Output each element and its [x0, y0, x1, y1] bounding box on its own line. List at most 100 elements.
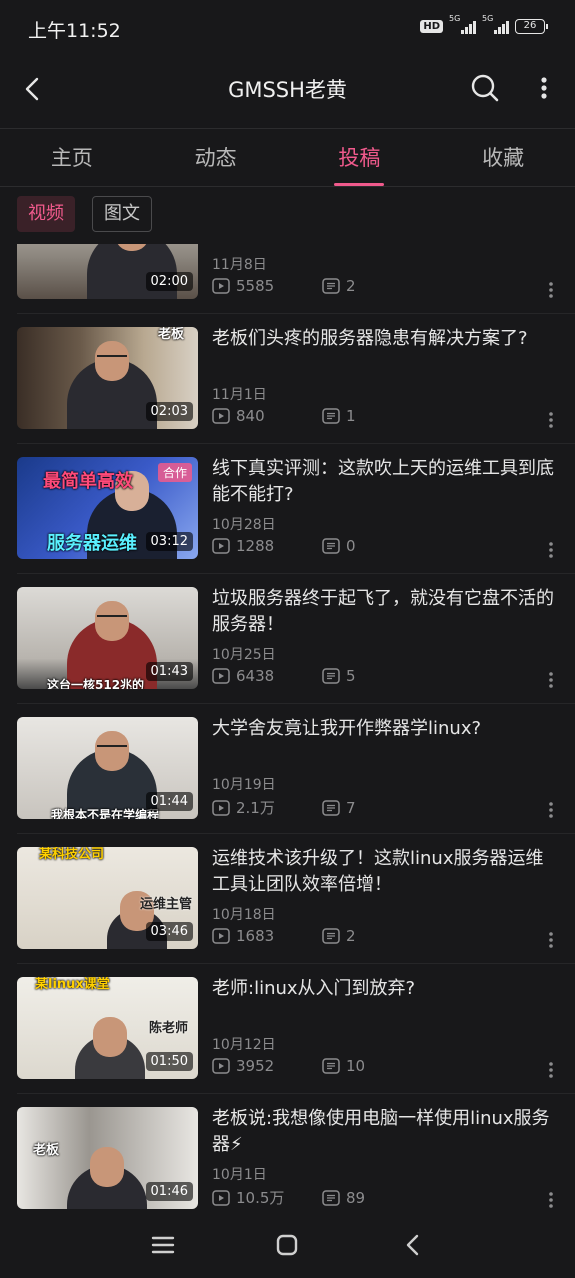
tabs-divider [0, 186, 575, 187]
header-divider [0, 128, 575, 129]
more-options-button[interactable] [547, 1190, 555, 1210]
video-item[interactable]: 老板 02:00 11月8日 5585 2 [0, 244, 575, 314]
thumbnail-caption: 服务器运维 [47, 533, 137, 554]
signal-icon: 5G [449, 14, 476, 34]
view-count: 5585 [236, 277, 275, 295]
comment-count: 5 [346, 667, 356, 685]
more-vertical-icon [541, 77, 547, 99]
video-title[interactable]: 大学舍友竟让我开作弊器学linux? [212, 716, 557, 742]
video-stats: 2.1万 7 [212, 797, 356, 818]
more-options-button[interactable] [547, 670, 555, 690]
recent-apps-button[interactable] [148, 1230, 178, 1260]
view-count: 3952 [236, 1057, 275, 1075]
thumbnail-caption: 某linux课堂 [35, 977, 110, 992]
video-duration: 03:46 [145, 922, 193, 941]
video-item[interactable]: 老板 02:03 老板们头疼的服务器隐患有解决方案了? 11月1日 840 1 [0, 314, 575, 444]
back-arrow-icon [406, 1234, 419, 1256]
more-options-button[interactable] [547, 800, 555, 820]
video-stats: 840 1 [212, 407, 356, 425]
video-title[interactable]: 老师:linux从入门到放弃? [212, 976, 557, 1002]
video-date: 10月18日 [212, 907, 276, 923]
play-count-icon [212, 408, 230, 424]
coop-badge: 合作 [157, 463, 192, 482]
thumbnail-caption: 我根本不是在学编程 [51, 808, 160, 819]
view-count: 1683 [236, 927, 275, 945]
signal-icon: 5G [482, 14, 509, 34]
tab-bar: 主页 动态 投稿 收藏 [0, 130, 575, 186]
play-count-icon [212, 278, 230, 294]
video-thumbnail[interactable]: 某科技公司 运维主管 03:46 [17, 847, 198, 949]
video-duration: 02:00 [145, 272, 193, 291]
header: GMSSH老黄 [0, 56, 575, 128]
more-vertical-icon [549, 1192, 553, 1208]
comment-icon [322, 1058, 340, 1074]
video-thumbnail[interactable]: 老板 02:03 [17, 327, 198, 429]
comment-count: 2 [346, 277, 356, 295]
more-options-button[interactable] [547, 410, 555, 430]
tab-home[interactable]: 主页 [0, 130, 144, 186]
video-stats: 10.5万 89 [212, 1187, 365, 1208]
thumbnail-caption: 运维主管 [139, 897, 192, 912]
comment-count: 7 [346, 798, 356, 817]
video-thumbnail[interactable]: 某linux课堂 陈老师 01:50 [17, 977, 198, 1079]
search-button[interactable] [469, 72, 501, 104]
video-stats: 5585 2 [212, 277, 356, 295]
video-thumbnail[interactable]: 最简单高效 服务器运维 合作 03:12 [17, 457, 198, 559]
video-item[interactable]: 某科技公司 运维主管 03:46 运维技术该升级了！这款linux服务器运维工具… [0, 834, 575, 964]
home-button[interactable] [272, 1230, 302, 1260]
comment-count: 89 [346, 1188, 366, 1207]
more-options-button[interactable] [547, 280, 555, 300]
filter-article-chip[interactable]: 图文 [92, 196, 152, 232]
video-date: 10月1日 [212, 1167, 267, 1183]
view-count: 1288 [236, 537, 275, 555]
view-count: 6438 [236, 667, 275, 685]
video-item[interactable]: 最简单高效 服务器运维 合作 03:12 线下真实评测：这款吹上天的运维工具到底… [0, 444, 575, 574]
video-thumbnail[interactable]: 这台一核512兆的 01:43 [17, 587, 198, 689]
system-nav-bar [0, 1210, 575, 1278]
tab-favorites[interactable]: 收藏 [431, 130, 575, 186]
video-item[interactable]: 我根本不是在学编程 01:44 大学舍友竟让我开作弊器学linux? 10月19… [0, 704, 575, 834]
play-count-icon [212, 928, 230, 944]
comment-icon [322, 668, 340, 684]
video-title[interactable]: 老板说:我想像使用电脑一样使用linux服务器⚡ [212, 1106, 557, 1158]
more-vertical-icon [549, 412, 553, 428]
video-item[interactable]: 某linux课堂 陈老师 01:50 老师:linux从入门到放弃? 10月12… [0, 964, 575, 1094]
comment-icon [322, 408, 340, 424]
video-duration: 01:50 [145, 1052, 193, 1071]
more-button[interactable] [535, 72, 553, 104]
video-item[interactable]: 老板 01:46 老板说:我想像使用电脑一样使用linux服务器⚡ 10月1日 … [0, 1094, 575, 1210]
filter-video-chip[interactable]: 视频 [17, 196, 75, 232]
video-stats: 6438 5 [212, 667, 356, 685]
status-bar: 上午11:52 HD 5G 5G 26 [0, 0, 575, 56]
video-title[interactable]: 老板们头疼的服务器隐患有解决方案了? [212, 326, 557, 352]
hd-icon: HD [420, 19, 443, 33]
view-count: 2.1万 [236, 799, 275, 817]
tab-uploads[interactable]: 投稿 [288, 130, 432, 186]
video-title[interactable]: 运维技术该升级了！这款linux服务器运维工具让团队效率倍增！ [212, 846, 557, 898]
more-options-button[interactable] [547, 1060, 555, 1080]
video-duration: 01:46 [145, 1182, 193, 1201]
play-count-icon [212, 799, 230, 816]
comment-count: 2 [346, 927, 356, 945]
video-title[interactable]: 垃圾服务器终于起飞了，就没有它盘不活的服务器！ [212, 586, 557, 638]
video-date: 10月28日 [212, 517, 276, 533]
home-square-icon [276, 1234, 298, 1256]
video-thumbnail[interactable]: 老板 01:46 [17, 1107, 198, 1209]
video-stats: 1683 2 [212, 927, 356, 945]
video-date: 10月12日 [212, 1037, 276, 1053]
system-back-button[interactable] [398, 1230, 428, 1260]
comment-icon [322, 1189, 340, 1206]
tab-activity[interactable]: 动态 [144, 130, 288, 186]
video-title[interactable]: 线下真实评测：这款吹上天的运维工具到底能不能打? [212, 456, 557, 508]
more-options-button[interactable] [547, 540, 555, 560]
video-thumbnail[interactable]: 我根本不是在学编程 01:44 [17, 717, 198, 819]
comment-icon [322, 799, 340, 816]
play-count-icon [212, 668, 230, 684]
more-vertical-icon [549, 672, 553, 688]
video-item[interactable]: 这台一核512兆的 01:43 垃圾服务器终于起飞了，就没有它盘不活的服务器！ … [0, 574, 575, 704]
comment-count: 10 [346, 1057, 366, 1075]
more-options-button[interactable] [547, 930, 555, 950]
video-thumbnail[interactable]: 老板 02:00 [17, 244, 198, 299]
thumbnail-caption: 陈老师 [148, 1021, 188, 1036]
status-time: 上午11:52 [28, 20, 121, 42]
